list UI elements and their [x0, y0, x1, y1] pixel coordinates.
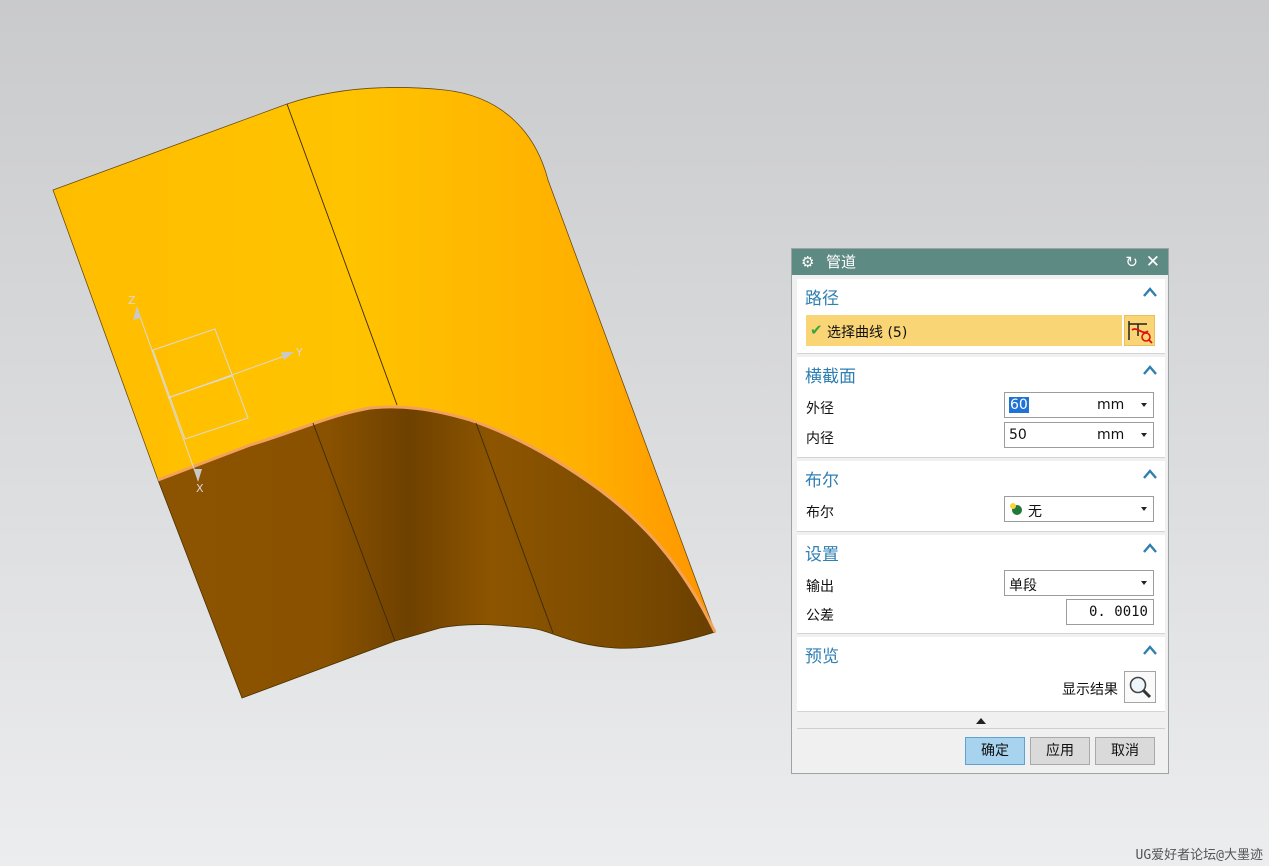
- chevron-down-icon[interactable]: [1141, 403, 1147, 407]
- curve-select-icon: [1128, 321, 1153, 344]
- output-label: 输出: [806, 579, 834, 595]
- section-cross-section: 横截面 外径 60 mm 内径 50 mm: [797, 357, 1165, 458]
- section-path: 路径 ✔ 选择曲线 (5): [797, 279, 1165, 354]
- curve-select-button[interactable]: [1124, 315, 1155, 346]
- section-preview: 预览 显示结果: [797, 637, 1165, 712]
- inner-diameter-input[interactable]: 50 mm: [1004, 422, 1154, 448]
- section-settings-title[interactable]: 设置: [805, 540, 839, 565]
- section-cross-section-title[interactable]: 横截面: [805, 362, 856, 387]
- inner-diameter-value[interactable]: 50: [1009, 427, 1027, 443]
- collapse-icon[interactable]: [1142, 363, 1158, 377]
- section-settings: 设置 输出 单段 公差 0. 0010: [797, 535, 1165, 634]
- collapse-icon[interactable]: [1142, 643, 1158, 657]
- ok-button[interactable]: 确定: [965, 737, 1025, 765]
- show-result-button[interactable]: [1124, 671, 1156, 703]
- watermark-text: UG爱好者论坛@大墨迹: [1135, 848, 1263, 863]
- boolean-select[interactable]: 无: [1004, 496, 1154, 522]
- collapse-icon[interactable]: [1142, 541, 1158, 555]
- dialog-titlebar[interactable]: ⚙ 管道 ↻ ✕: [792, 249, 1168, 275]
- select-curve-label: 选择曲线 (5): [827, 325, 908, 341]
- more-options-arrow-icon[interactable]: [976, 718, 986, 724]
- chevron-down-icon[interactable]: [1141, 433, 1147, 437]
- gear-icon[interactable]: ⚙: [801, 249, 814, 275]
- x-axis-label: X: [196, 482, 204, 495]
- section-boolean-title[interactable]: 布尔: [805, 466, 839, 491]
- chevron-down-icon[interactable]: [1141, 507, 1147, 511]
- section-boolean: 布尔 布尔 无: [797, 461, 1165, 532]
- magnifier-icon: [1129, 676, 1152, 699]
- cancel-button[interactable]: 取消: [1095, 737, 1155, 765]
- boolean-label: 布尔: [806, 505, 834, 521]
- tolerance-value[interactable]: 0. 0010: [1089, 604, 1148, 620]
- z-axis-label: Z: [128, 294, 136, 307]
- boolean-value: 无: [1028, 504, 1042, 520]
- outer-diameter-value[interactable]: 60: [1009, 397, 1029, 413]
- inner-diameter-unit: mm: [1097, 427, 1125, 443]
- tolerance-input[interactable]: 0. 0010: [1066, 599, 1154, 625]
- outer-diameter-unit: mm: [1097, 397, 1125, 413]
- output-value: 单段: [1009, 578, 1037, 594]
- collapse-icon[interactable]: [1142, 285, 1158, 299]
- outer-diameter-label: 外径: [806, 401, 834, 417]
- dialog-title: 管道: [826, 253, 857, 271]
- close-icon[interactable]: ✕: [1146, 249, 1160, 275]
- boolean-none-icon: [1010, 503, 1022, 515]
- tube-dialog[interactable]: ⚙ 管道 ↻ ✕ 路径 ✔ 选择曲线 (5) 横截面 外径 60 mm 内径 5…: [791, 248, 1169, 774]
- y-axis-label: Y: [295, 346, 303, 359]
- inner-diameter-label: 内径: [806, 431, 834, 447]
- output-select[interactable]: 单段: [1004, 570, 1154, 596]
- tolerance-label: 公差: [806, 608, 834, 624]
- collapse-icon[interactable]: [1142, 467, 1158, 481]
- chevron-down-icon[interactable]: [1141, 581, 1147, 585]
- select-curve-field[interactable]: ✔ 选择曲线 (5): [806, 315, 1122, 346]
- outer-diameter-input[interactable]: 60 mm: [1004, 392, 1154, 418]
- apply-button[interactable]: 应用: [1030, 737, 1090, 765]
- section-preview-title[interactable]: 预览: [805, 642, 839, 667]
- show-result-label: 显示结果: [1062, 682, 1118, 698]
- check-icon: ✔: [810, 321, 823, 339]
- section-path-title[interactable]: 路径: [805, 284, 839, 309]
- dialog-separator: [797, 728, 1165, 729]
- reset-icon[interactable]: ↻: [1125, 249, 1138, 275]
